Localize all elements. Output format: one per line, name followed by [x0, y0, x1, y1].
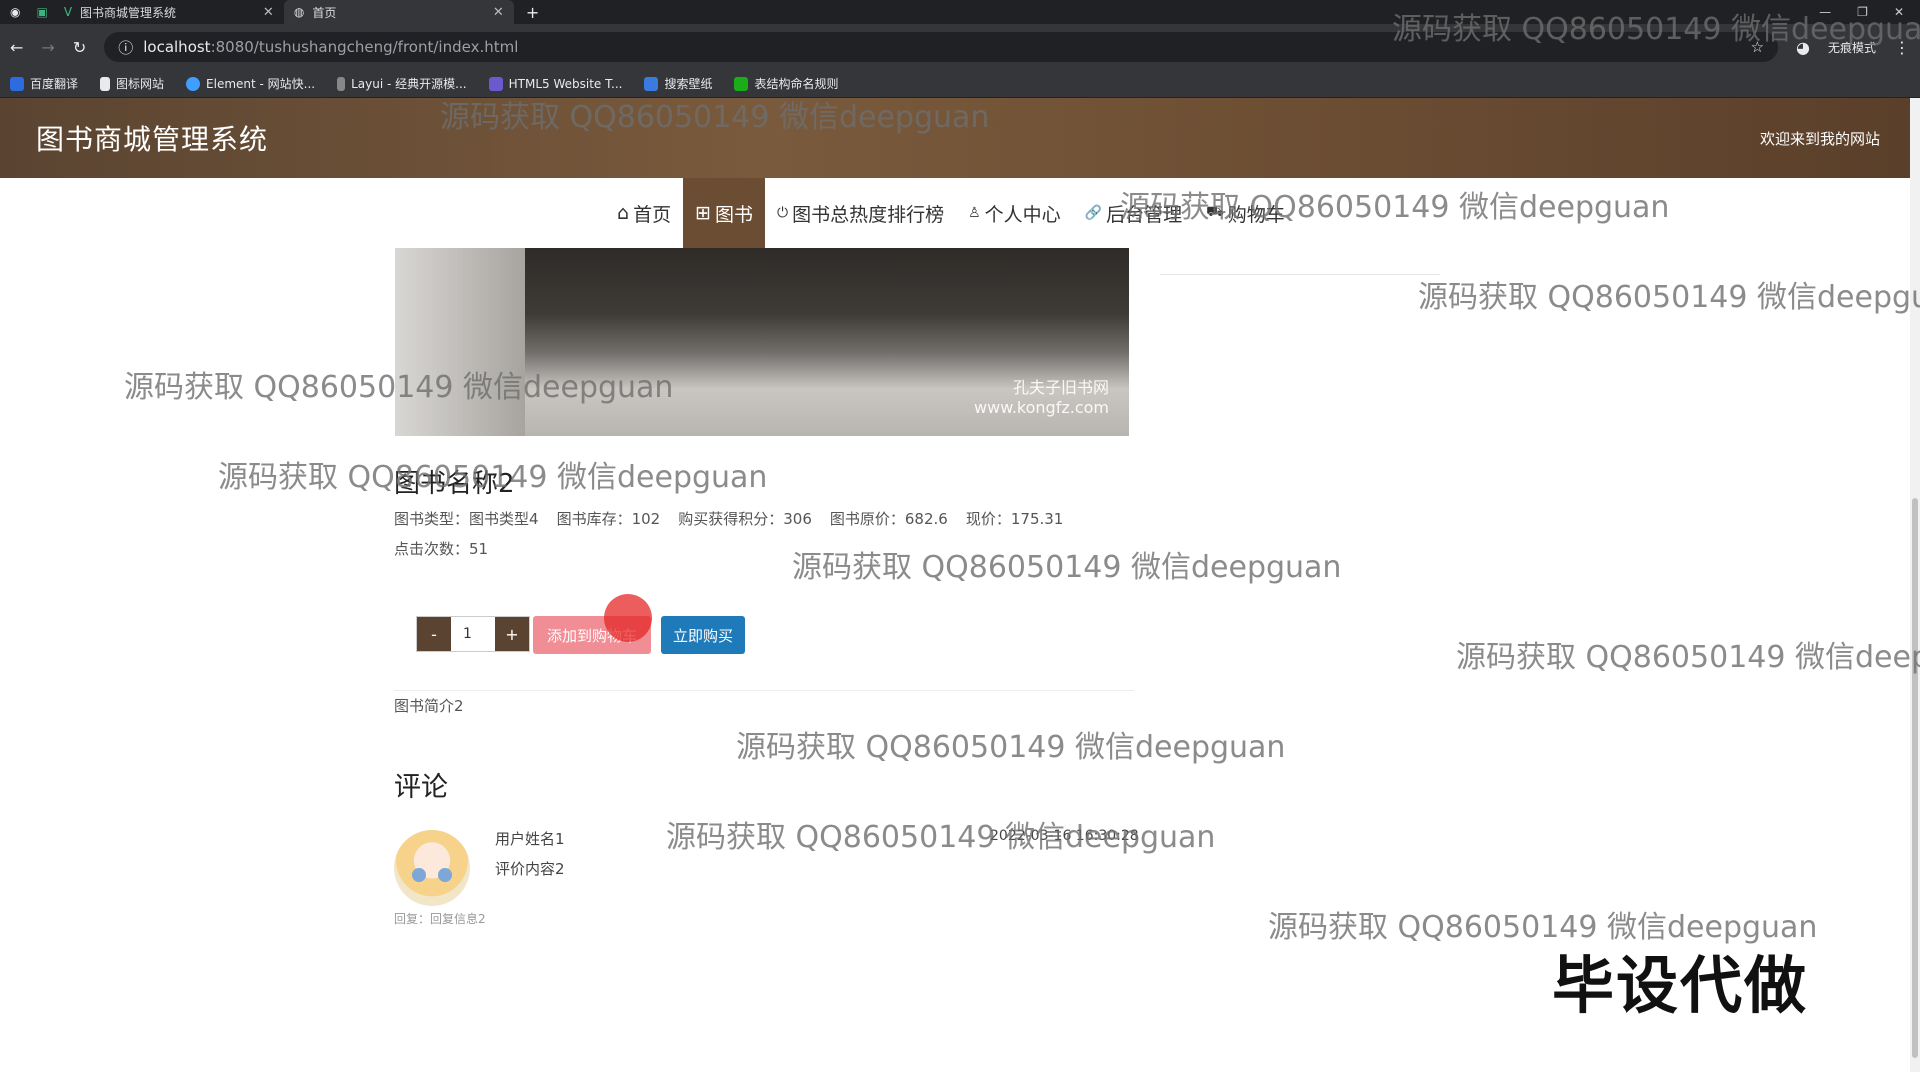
star-icon[interactable]: ☆	[1751, 38, 1764, 56]
scrollbar-thumb[interactable]	[1912, 498, 1918, 1058]
nav-label: 购物车	[1227, 203, 1285, 226]
increase-button[interactable]: +	[495, 617, 529, 651]
back-icon[interactable]: ←	[10, 38, 23, 57]
url-field[interactable]: ⓘ localhost:8080/tushushangcheng/front/i…	[104, 32, 1779, 62]
nav-label: 图书	[715, 203, 754, 226]
nav-label: 图书总热度排行榜	[792, 203, 945, 226]
site-title: 图书商城管理系统	[36, 123, 269, 156]
comment-time: 2022-03-16 16:30:28	[990, 828, 1139, 844]
grid-icon: ⊞	[695, 202, 711, 224]
decrease-button[interactable]: -	[417, 617, 451, 651]
nav-label: 首页	[633, 203, 672, 226]
reload-icon[interactable]: ↻	[73, 38, 86, 57]
bookmark-label: 百度翻译	[30, 77, 79, 91]
book-points: 购买获得积分：306	[678, 510, 812, 528]
bookmark-table-naming[interactable]: 表结构命名规则	[734, 75, 838, 92]
bookmark-label: HTML5 Website T...	[508, 76, 623, 91]
bookmark-label: Layui - 经典开源模...	[351, 77, 467, 91]
new-tab-button[interactable]: +	[514, 3, 551, 22]
vue-tab-icon: ▣	[36, 5, 48, 19]
bookmark-baidu-translate[interactable]: 百度翻译	[10, 75, 78, 92]
image-watermark-line2: www.kongfz.com	[974, 398, 1109, 417]
bookmarks-bar: 百度翻译 图标网站 Element - 网站快... Layui - 经典开源模…	[0, 70, 1920, 98]
address-bar-row: ← → ↻ ⓘ localhost:8080/tushushangcheng/f…	[0, 24, 1920, 70]
cursor-click-indicator	[604, 594, 652, 642]
tab-title: 图书商城管理系统	[80, 5, 177, 20]
quantity-input[interactable]: 1	[451, 617, 495, 651]
book-current-price: 现价：175.31	[965, 510, 1064, 528]
sidebar-divider	[1160, 274, 1440, 275]
nav-cart[interactable]: ⛟ 购物车	[1194, 178, 1297, 248]
nav-ranking[interactable]: ⏻ 图书总热度排行榜	[765, 178, 956, 248]
close-window-icon[interactable]: ✕	[1894, 5, 1904, 19]
watermark: 源码获取 QQ86050149 微信deepguan	[792, 550, 1342, 585]
close-icon[interactable]: ✕	[263, 5, 274, 20]
image-watermark-line1: 孔夫子旧书网	[1012, 378, 1109, 397]
browser-tab-bar: ◉ ▣ V 图书商城管理系统 ✕ ◍ 首页 ✕ + — ❐ ✕	[0, 0, 1920, 24]
globe-icon: ◍	[293, 5, 305, 19]
minimize-icon[interactable]: —	[1819, 5, 1831, 19]
book-original-price: 图书原价：682.6	[829, 510, 948, 528]
url-path: :8080/tushushangcheng/front/index.html	[210, 38, 519, 56]
comment-reply: 回复：回复信息2	[394, 912, 486, 926]
watermark: 源码获取 QQ86050149 微信deepguan	[736, 730, 1286, 765]
nav-home[interactable]: ⌂ 首页	[605, 178, 683, 248]
user-icon: ♙	[968, 205, 981, 221]
bookmark-label: 搜索壁纸	[664, 77, 713, 91]
book-stock: 图书库存：102	[556, 510, 661, 528]
page-scrollbar[interactable]	[1910, 98, 1920, 1072]
forward-icon[interactable]: →	[41, 38, 54, 57]
avatar	[394, 830, 470, 906]
bookmark-label: 图标网站	[116, 77, 165, 91]
book-clicks: 点击次数：51	[394, 540, 489, 558]
tab-home[interactable]: ◍ 首页 ✕	[283, 0, 514, 24]
info-icon: ⓘ	[118, 38, 134, 57]
site-header: 图书商城管理系统 欢迎来到我的网站	[0, 98, 1910, 178]
watermark: 源码获取 QQ86050149 微信deepgu	[1418, 280, 1920, 315]
incognito-label[interactable]: 无痕模式	[1828, 39, 1876, 56]
book-intro: 图书简介2	[394, 697, 464, 715]
watermark: 源码获取 QQ86050149 微信deep	[1456, 640, 1920, 675]
comment-content: 评价内容2	[495, 860, 565, 878]
restore-icon[interactable]: ❐	[1857, 5, 1868, 19]
nav-profile[interactable]: ♙ 个人中心	[956, 178, 1073, 248]
nav-admin[interactable]: 🔗 后台管理	[1073, 178, 1194, 248]
bookmark-layui[interactable]: Layui - 经典开源模...	[337, 75, 467, 92]
cart-icon: ⛟	[1206, 204, 1224, 220]
comments-heading: 评论	[394, 772, 448, 803]
welcome-text: 欢迎来到我的网站	[1759, 129, 1880, 148]
link-icon: 🔗	[1084, 205, 1103, 221]
nav-label: 个人中心	[984, 203, 1061, 226]
book-title: 图书名称2	[394, 469, 515, 499]
bookmark-html5[interactable]: HTML5 Website T...	[488, 76, 623, 91]
menu-icon[interactable]: ⋮	[1894, 38, 1910, 57]
book-cover-image: 孔夫子旧书网 www.kongfz.com	[395, 248, 1129, 436]
buy-now-button[interactable]: 立即购买	[661, 616, 745, 654]
main-nav: ⌂ 首页 ⊞ 图书 ⏻ 图书总热度排行榜 ♙ 个人中心 🔗 后台管理 ⛟ 购物车	[605, 178, 1297, 248]
nav-books[interactable]: ⊞ 图书	[683, 178, 766, 248]
bookmark-wallpaper[interactable]: 搜索壁纸	[644, 75, 712, 92]
nav-label: 后台管理	[1106, 203, 1183, 226]
incognito-icon: ◕	[1796, 37, 1810, 57]
home-icon: ⌂	[617, 202, 630, 224]
bookmark-label: Element - 网站快...	[206, 77, 316, 91]
promo-text: 毕设代做	[1552, 949, 1809, 1022]
close-icon[interactable]: ✕	[493, 5, 504, 20]
url-host: localhost	[143, 38, 211, 56]
image-watermark: 孔夫子旧书网 www.kongfz.com	[974, 378, 1109, 418]
window-controls: — ❐ ✕	[1819, 5, 1920, 19]
bookmark-element[interactable]: Element - 网站快...	[186, 75, 315, 92]
tab-admin[interactable]: V 图书商城管理系统 ✕	[54, 0, 284, 24]
bookmark-icon-site[interactable]: 图标网站	[100, 75, 164, 92]
bookmark-label: 表结构命名规则	[754, 77, 839, 91]
book-type: 图书类型：图书类型4	[394, 510, 539, 528]
section-divider	[394, 690, 1134, 691]
browser-menu-icon[interactable]: ◉	[0, 5, 30, 19]
quantity-stepper: - 1 +	[416, 616, 530, 652]
book-meta: 图书类型：图书类型4 图书库存：102 购买获得积分：306 图书原价：682.…	[394, 508, 1063, 529]
vue-logo-icon: V	[63, 5, 73, 19]
power-icon: ⏻	[777, 205, 789, 221]
tab-title: 首页	[312, 5, 337, 20]
comment-username: 用户姓名1	[495, 830, 565, 848]
